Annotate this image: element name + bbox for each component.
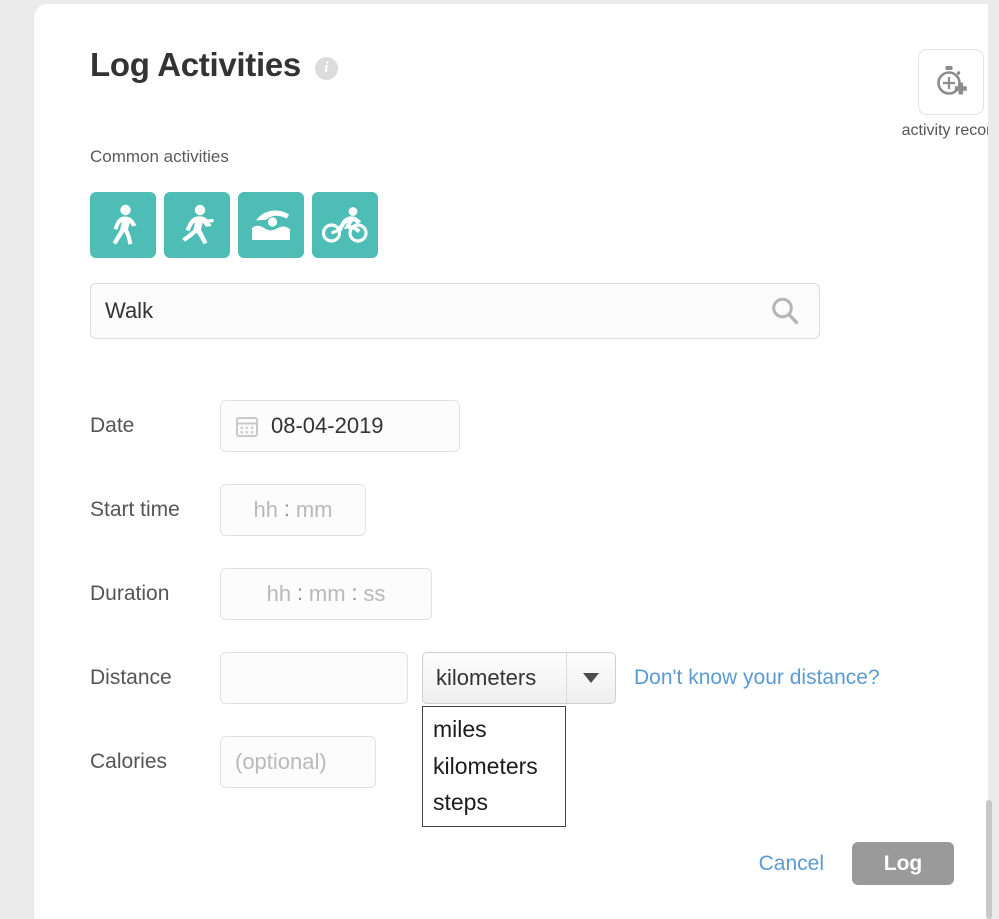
scrollbar-track[interactable] (988, 0, 996, 919)
search-icon[interactable] (769, 295, 819, 327)
footer-actions: Cancel Log (753, 842, 954, 885)
activity-search-field[interactable] (90, 283, 820, 339)
distance-unit-value: kilometers (423, 665, 566, 691)
duration-mm[interactable]: mm (309, 581, 346, 607)
form-row-date: Date 08-04-20 (90, 384, 950, 468)
calendar-icon (235, 414, 259, 438)
duration-separator-2: : (352, 582, 358, 606)
form-row-duration: Duration hh : mm : ss (90, 552, 950, 636)
date-label: Date (90, 414, 220, 438)
distance-unit-arrow[interactable] (566, 653, 615, 703)
start-time-hh[interactable]: hh (254, 497, 278, 523)
unit-option-steps[interactable]: steps (423, 784, 565, 821)
running-icon (176, 203, 218, 247)
distance-unit-select[interactable]: kilometers (422, 652, 616, 704)
chevron-down-icon (583, 673, 599, 683)
common-activities-list (90, 192, 378, 258)
swimming-icon (248, 204, 294, 246)
page-background: Log Activities i activity record Common … (0, 0, 999, 919)
distance-unit-wrapper: kilometers miles kilometers steps (422, 652, 616, 704)
start-time-field[interactable]: hh : mm (220, 484, 366, 536)
distance-unit-options[interactable]: miles kilometers steps (422, 706, 566, 827)
duration-field[interactable]: hh : mm : ss (220, 568, 432, 620)
activity-tile-walk[interactable] (90, 192, 156, 258)
activity-record-label: activity record (901, 122, 988, 140)
form-row-distance: Distance kilometers miles kilometers st (90, 636, 950, 720)
date-value: 08-04-2019 (271, 413, 384, 439)
calories-label: Calories (90, 750, 220, 774)
activity-tile-run[interactable] (164, 192, 230, 258)
cycling-icon (321, 204, 369, 246)
distance-label: Distance (90, 666, 220, 690)
unit-option-miles[interactable]: miles (423, 711, 565, 748)
duration-separator-1: : (297, 582, 303, 606)
activity-record-tile[interactable] (918, 49, 984, 115)
form-row-start-time: Start time hh : mm (90, 468, 950, 552)
start-time-separator: : (284, 498, 290, 522)
cancel-button[interactable]: Cancel (753, 851, 830, 877)
distance-input[interactable] (220, 652, 408, 704)
distance-help-link[interactable]: Don't know your distance? (634, 666, 880, 690)
page-title: Log Activities (90, 46, 301, 84)
date-field[interactable]: 08-04-2019 (220, 400, 460, 452)
activity-tile-bike[interactable] (312, 192, 378, 258)
stopwatch-plus-icon (931, 62, 971, 102)
calories-placeholder: (optional) (235, 749, 327, 775)
log-activities-card: Log Activities i activity record Common … (33, 3, 988, 919)
header: Log Activities i (90, 46, 338, 84)
activity-form: Date 08-04-20 (90, 384, 950, 804)
start-time-label: Start time (90, 498, 220, 522)
info-icon[interactable]: i (315, 57, 338, 80)
common-activities-label: Common activities (90, 147, 229, 167)
activity-tile-swim[interactable] (238, 192, 304, 258)
walking-icon (103, 203, 143, 247)
duration-label: Duration (90, 582, 220, 606)
search-input[interactable] (91, 284, 769, 338)
start-time-mm[interactable]: mm (296, 497, 333, 523)
scrollbar-thumb[interactable] (986, 800, 992, 919)
duration-hh[interactable]: hh (267, 581, 291, 607)
unit-option-kilometers[interactable]: kilometers (423, 748, 565, 785)
log-button[interactable]: Log (852, 842, 954, 885)
duration-ss[interactable]: ss (363, 581, 385, 607)
calories-input[interactable]: (optional) (220, 736, 376, 788)
activity-record-button[interactable]: activity record (901, 49, 988, 140)
